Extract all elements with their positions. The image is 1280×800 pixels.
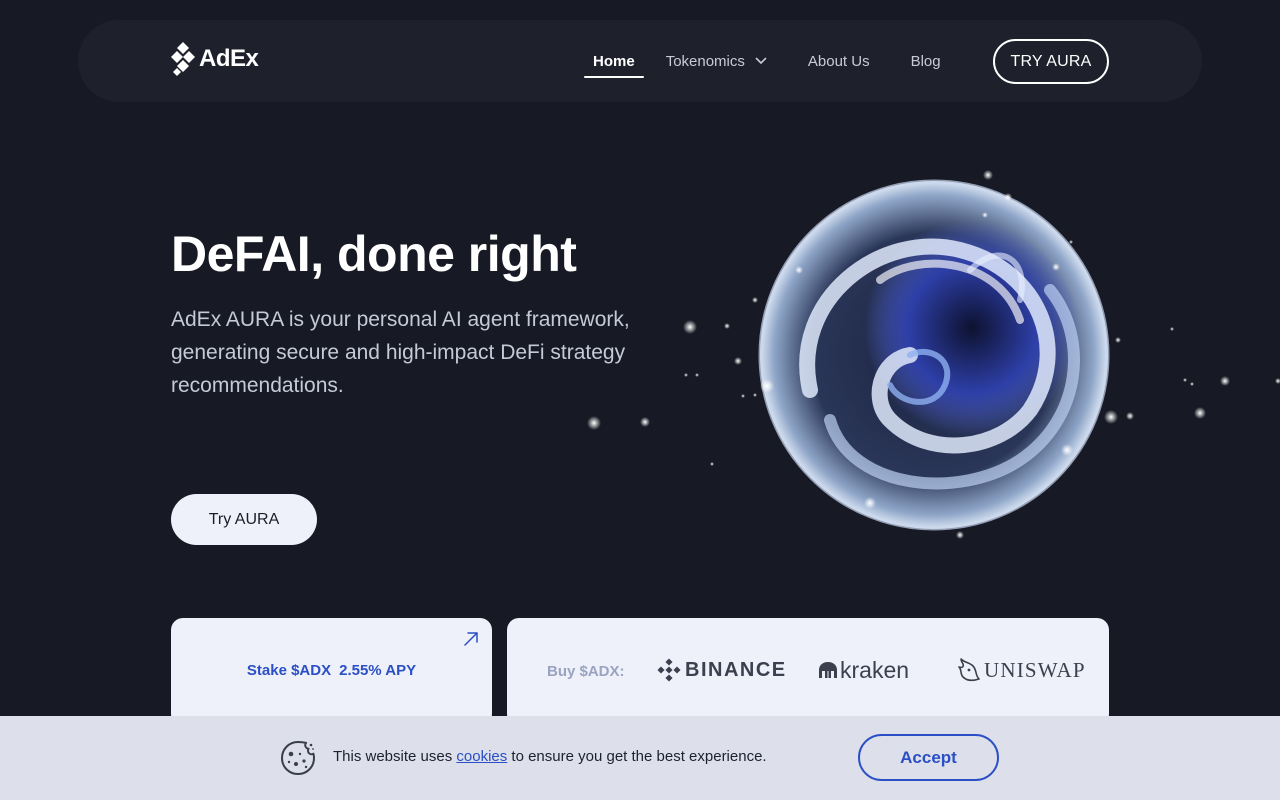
kraken-name: kraken <box>840 656 910 683</box>
cookie-message: This website uses cookies to ensure you … <box>333 748 767 765</box>
nav-about-us[interactable]: About Us <box>808 20 870 102</box>
adex-logo[interactable]: AdEx <box>171 42 259 76</box>
cookie-icon <box>281 741 315 775</box>
kraken-link[interactable]: kraken <box>818 656 909 684</box>
hero-title: DeFAI, done right <box>171 226 577 282</box>
nav-tokenomics-label: Tokenomics <box>665 52 745 70</box>
try-aura-hero-button[interactable]: Try AURA <box>171 494 317 545</box>
cookie-text-after: to ensure you get the best experience. <box>507 748 767 765</box>
cookie-text-before: This website uses <box>333 748 457 765</box>
kraken-icon <box>819 662 837 678</box>
cookie-banner: This website uses cookies to ensure you … <box>0 716 1280 800</box>
uniswap-name: UNISWAP <box>984 657 1086 682</box>
brand-name: AdEx <box>199 45 259 72</box>
nav-home[interactable]: Home <box>584 20 644 102</box>
stake-label: Stake $ADX <box>246 662 332 679</box>
nav-tokenomics[interactable]: Tokenomics <box>666 20 767 102</box>
aura-orb-illustration <box>587 170 1280 539</box>
uniswap-link[interactable]: UNISWAP <box>957 656 1086 684</box>
adex-logo-icon <box>171 42 195 76</box>
binance-name: BINANCE <box>685 658 787 681</box>
buy-card: Buy $ADX: BINANCE kraken UNISWAP <box>507 618 1109 726</box>
chevron-down-icon <box>755 57 767 64</box>
binance-icon <box>657 658 681 682</box>
stake-info: Stake $ADX 2.55% APY <box>171 662 492 679</box>
buy-label: Buy $ADX: <box>547 663 625 680</box>
external-link-icon <box>464 632 478 646</box>
cookies-link[interactable]: cookies <box>456 748 507 765</box>
uniswap-icon <box>958 658 980 682</box>
stake-apy: 2.55% APY <box>339 662 417 679</box>
accept-cookies-button[interactable]: Accept <box>858 734 999 781</box>
top-navbar: AdEx Home Tokenomics About Us Blog TRY A… <box>78 20 1202 102</box>
binance-link[interactable]: BINANCE <box>657 656 787 684</box>
try-aura-nav-button[interactable]: TRY AURA <box>993 39 1109 84</box>
nav-blog[interactable]: Blog <box>911 20 941 102</box>
stake-card[interactable]: Stake $ADX 2.55% APY <box>171 618 492 726</box>
main-nav: Home Tokenomics About Us Blog <box>584 20 941 102</box>
